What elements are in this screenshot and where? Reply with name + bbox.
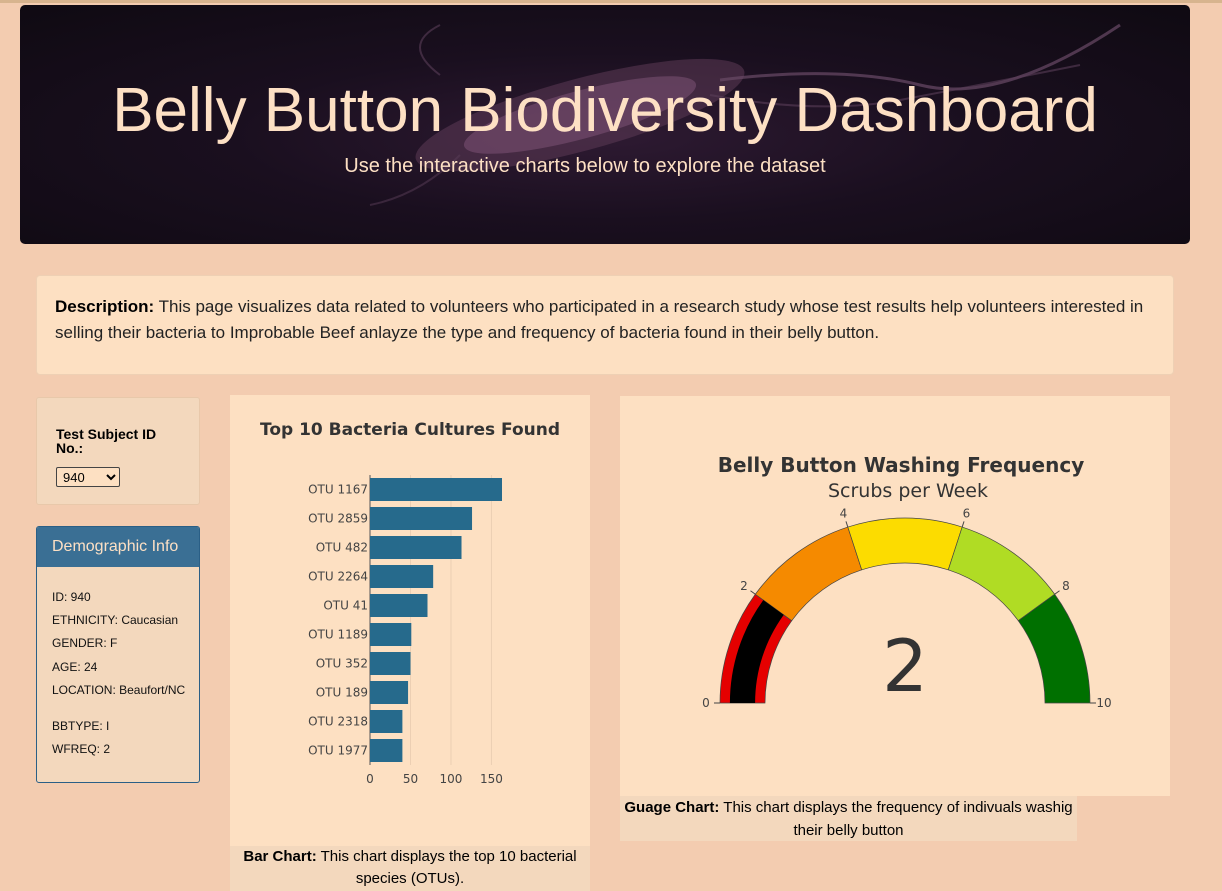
gauge-chart-panel: Belly Button Washing Frequency Scrubs per… bbox=[620, 396, 1170, 796]
demo-wfreq: WFREQ: 2 bbox=[52, 742, 111, 756]
bar bbox=[370, 507, 473, 530]
bar bbox=[370, 623, 412, 646]
demo-ethnicity: ETHNICITY: Caucasian bbox=[52, 613, 179, 627]
page-subtitle: Use the interactive charts below to expl… bbox=[344, 155, 826, 177]
demo-location: LOCATION: Beaufort/NC bbox=[52, 683, 186, 697]
bar-category-label: OTU 2264 bbox=[308, 570, 368, 584]
gauge-tick-label: 8 bbox=[1062, 579, 1070, 593]
bar-category-label: OTU 2318 bbox=[308, 715, 368, 729]
gauge-step bbox=[847, 517, 963, 571]
gauge-caption-label: Guage Chart: bbox=[624, 799, 720, 816]
bar-category-label: OTU 352 bbox=[316, 657, 368, 671]
bar bbox=[370, 565, 434, 588]
bar-category-label: OTU 41 bbox=[323, 599, 368, 613]
gauge-tick bbox=[1054, 590, 1060, 595]
bar bbox=[370, 681, 409, 704]
header-banner: Belly Button Biodiversity Dashboard Use … bbox=[20, 5, 1190, 244]
gauge-tick-label: 2 bbox=[740, 579, 748, 593]
bar-x-tick-label: 150 bbox=[480, 772, 503, 786]
bar-chart-panel: Top 10 Bacteria Cultures Found 0 50 100 150 O… bbox=[230, 395, 590, 891]
gauge-subtitle: Scrubs per Week bbox=[828, 480, 988, 502]
bar-chart-title: Top 10 Bacteria Cultures Found bbox=[260, 420, 560, 440]
demographic-title: Demographic Info bbox=[37, 527, 199, 567]
bar-category-label: OTU 482 bbox=[316, 541, 368, 555]
bar-category-label: OTU 2859 bbox=[308, 512, 368, 526]
demographic-panel: Demographic Info ID: 940 ETHNICITY: Cauc… bbox=[36, 526, 200, 783]
bar-x-tick-label: 50 bbox=[403, 772, 418, 786]
gauge-tick-label: 6 bbox=[963, 507, 971, 521]
subject-selector-panel: Test Subject ID No.: 940 bbox=[36, 397, 200, 505]
gauge-tick bbox=[750, 590, 756, 595]
bar-caption-label: Bar Chart: bbox=[243, 848, 317, 865]
demo-gender: GENDER: F bbox=[52, 636, 118, 650]
gauge-value-number: 2 bbox=[882, 624, 928, 708]
bar-chart-caption: Bar Chart: This chart displays the top 1… bbox=[230, 846, 590, 891]
bar-category-label: OTU 189 bbox=[316, 686, 368, 700]
demo-id: ID: 940 bbox=[52, 590, 91, 604]
gauge-tick-label: 0 bbox=[702, 696, 710, 710]
subject-id-label: Test Subject ID No.: bbox=[56, 426, 157, 456]
description-label: Description: bbox=[55, 297, 155, 316]
bar-category-label: OTU 1189 bbox=[308, 628, 368, 642]
bar bbox=[370, 478, 502, 501]
gauge-tick bbox=[845, 521, 849, 528]
gauge-chart-caption: Guage Chart: This chart displays the fre… bbox=[620, 796, 1077, 841]
gauge-tick-label: 4 bbox=[840, 507, 848, 521]
bar-category-label: OTU 1977 bbox=[308, 744, 368, 758]
bar bbox=[370, 594, 428, 617]
demo-bbtype: BBTYPE: I bbox=[52, 719, 110, 733]
bar-category-label: OTU 1167 bbox=[308, 483, 368, 497]
gauge-tick-label: 10 bbox=[1096, 696, 1111, 710]
subject-id-dropdown[interactable]: 940 bbox=[56, 467, 120, 487]
gauge-caption-text: This chart displays the frequency of ind… bbox=[723, 799, 1073, 839]
gauge-chart: Belly Button Washing Frequency Scrubs per… bbox=[702, 453, 1111, 710]
bar bbox=[370, 652, 411, 675]
bar-caption-text: This chart displays the top 10 bacterial… bbox=[320, 848, 577, 887]
bar bbox=[370, 536, 462, 559]
page-title: Belly Button Biodiversity Dashboard bbox=[112, 76, 1098, 145]
gauge-title: Belly Button Washing Frequency bbox=[718, 453, 1084, 477]
bar-x-tick-label: 0 bbox=[366, 772, 374, 786]
bar bbox=[370, 739, 403, 762]
gauge-tick bbox=[961, 521, 965, 528]
bar bbox=[370, 710, 403, 733]
description-text: This page visualizes data related to vol… bbox=[55, 297, 1144, 342]
demo-age: AGE: 24 bbox=[52, 660, 98, 674]
bar-x-tick-label: 100 bbox=[440, 772, 463, 786]
bar-chart: Top 10 Bacteria Cultures Found 0 50 100 150 O… bbox=[260, 420, 560, 786]
top-border bbox=[0, 0, 1222, 3]
description-panel: Description: This page visualizes data r… bbox=[36, 275, 1174, 375]
